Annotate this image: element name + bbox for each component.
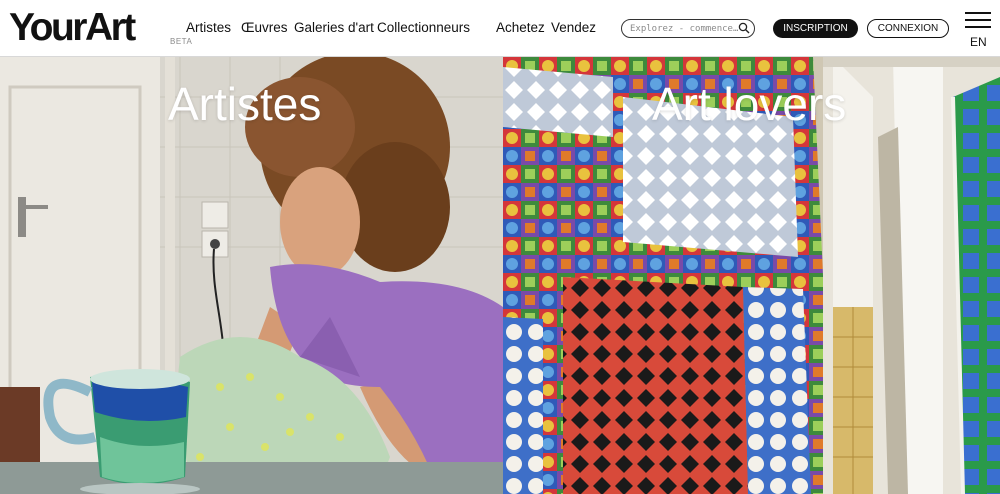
hamburger-menu-icon[interactable]: [965, 12, 991, 30]
language-switch[interactable]: EN: [970, 35, 987, 49]
nav-collectionneurs[interactable]: Collectionneurs: [377, 20, 470, 35]
search-bar: [621, 19, 755, 38]
site-header: YourArt BETA Artistes Œuvres Galeries d'…: [0, 0, 1000, 57]
nav-oeuvres[interactable]: Œuvres: [241, 20, 288, 35]
art-lovers-panel[interactable]: Art lovers: [503, 57, 1000, 494]
search-icon[interactable]: [738, 22, 750, 34]
nav-achetez[interactable]: Achetez: [496, 20, 545, 35]
connexion-button[interactable]: CONNEXION: [867, 19, 949, 38]
search-input[interactable]: [630, 21, 738, 36]
inscription-button[interactable]: INSCRIPTION: [773, 19, 858, 38]
artistes-panel[interactable]: Artistes: [0, 57, 503, 494]
artistes-title: Artistes: [168, 78, 322, 130]
nav-galeries[interactable]: Galeries d'art: [294, 20, 374, 35]
nav-artistes[interactable]: Artistes: [186, 20, 231, 35]
yourart-logo[interactable]: YourArt: [9, 6, 136, 50]
beta-badge: BETA: [170, 37, 193, 46]
nav-vendez[interactable]: Vendez: [551, 20, 596, 35]
art-lovers-title: Art lovers: [652, 78, 847, 130]
